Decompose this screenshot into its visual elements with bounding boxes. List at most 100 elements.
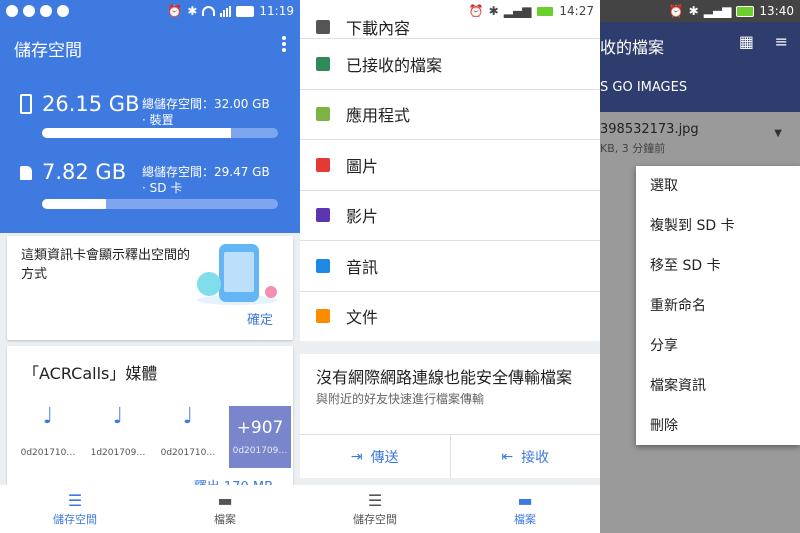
bottom-nav: ☰ 儲存空間 ▬ 檔案 bbox=[0, 485, 300, 533]
storage-screen: ⏰ ✱ 11:19 儲存空間 26.15 GB 總儲存空間：32.00 GB · 裝置… bbox=[0, 0, 300, 533]
nav-storage[interactable]: ☰ 儲存空間 bbox=[300, 485, 450, 533]
bluetooth-icon: ✱ bbox=[187, 4, 198, 18]
folder-icon: ▬ bbox=[217, 491, 233, 510]
menu-item-share[interactable]: 分享 bbox=[636, 326, 800, 366]
app-bar: 收的檔案 ▦ ≡ bbox=[600, 22, 800, 68]
send-button[interactable]: ⇥ 傳送 bbox=[300, 435, 450, 478]
music-note-icon: ♩ bbox=[182, 404, 194, 429]
bluetooth-icon: ✱ bbox=[688, 4, 699, 18]
alarm-icon: ⏰ bbox=[167, 4, 183, 18]
media-item[interactable]: ♩ 0d201710… bbox=[159, 406, 217, 468]
menu-item-move-to-sd[interactable]: 移至 SD 卡 bbox=[636, 246, 800, 286]
device-used: 26.15 GB bbox=[42, 92, 140, 116]
app-icon bbox=[57, 5, 69, 17]
menu-item-delete[interactable]: 刪除 bbox=[636, 406, 800, 446]
media-card: 「ACRCalls」媒體 ♩ 0d201710… ♩ 1d201709… ♩ 0d20… bbox=[7, 346, 293, 496]
media-items: ♩ 0d201710… ♩ 1d201709… ♩ 0d201710… +907 0d2… bbox=[19, 406, 291, 468]
status-bar: ⏰ ✱ ▂▄▆ 13:40 bbox=[600, 0, 800, 22]
sd-total: 總儲存空間：29.47 GB · SD 卡 bbox=[142, 165, 270, 195]
context-menu: 選取 複製到 SD 卡 移至 SD 卡 重新命名 分享 檔案資訊 刪除 bbox=[636, 166, 800, 445]
list-item-audio[interactable]: 音訊 bbox=[300, 240, 600, 291]
device-total: 總儲存空間：32.00 GB · 裝置 bbox=[142, 97, 270, 127]
storage-icon: ☰ bbox=[67, 491, 83, 510]
receive-button[interactable]: ⇤ 接收 bbox=[449, 435, 601, 478]
help-icon bbox=[40, 5, 52, 17]
sd-card-icon bbox=[20, 166, 32, 180]
media-item[interactable]: ♩ 0d201710… bbox=[19, 406, 77, 468]
phone-illustration-icon bbox=[197, 244, 277, 305]
list-item-apps[interactable]: 應用程式 bbox=[300, 88, 600, 140]
video-icon bbox=[316, 208, 330, 223]
receive-icon: ⇤ bbox=[501, 448, 514, 465]
grid-view-icon[interactable]: ▦ bbox=[739, 32, 754, 51]
bluetooth-icon: ✱ bbox=[488, 4, 499, 18]
file-row[interactable]: 398532173.jpg KB, 3 分鐘前 ▼ bbox=[600, 112, 800, 162]
tip-card: 這類資訊卡會顯示釋出空間的方式 確定 bbox=[7, 236, 293, 340]
storage-icon: ☰ bbox=[367, 491, 383, 510]
phone-icon bbox=[20, 94, 32, 114]
menu-item-copy-to-sd[interactable]: 複製到 SD 卡 bbox=[636, 206, 800, 246]
status-time: 11:19 bbox=[259, 4, 294, 18]
sort-icon[interactable]: ≡ bbox=[775, 32, 788, 51]
tip-text: 這類資訊卡會顯示釋出空間的方式 bbox=[21, 248, 191, 282]
transfer-card: 沒有網際網路連線也能安全傳輸檔案 與附近的好友快速進行檔案傳輸 ⇥ 傳送 ⇤ 接收 bbox=[300, 354, 600, 478]
transfer-subtitle: 與附近的好友快速進行檔案傳輸 bbox=[316, 392, 485, 406]
transfer-title: 沒有網際網路連線也能安全傳輸檔案 bbox=[316, 368, 573, 387]
file-meta: KB, 3 分鐘前 bbox=[600, 142, 666, 155]
signal-icon: ▂▄▆ bbox=[503, 4, 532, 18]
signal-icon: ▂▄▆ bbox=[703, 4, 732, 18]
storage-header: ⏰ ✱ 11:19 儲存空間 26.15 GB 總儲存空間：32.00 GB · 裝置… bbox=[0, 0, 300, 233]
media-card-title: 「ACRCalls」媒體 bbox=[23, 364, 158, 383]
status-time: 14:27 bbox=[559, 4, 594, 18]
music-note-icon: ♩ bbox=[112, 404, 124, 429]
document-icon bbox=[316, 309, 330, 324]
folder-icon: ▬ bbox=[517, 491, 533, 510]
overflow-menu-icon[interactable] bbox=[282, 36, 286, 52]
device-storage[interactable]: 26.15 GB 總儲存空間：32.00 GB · 裝置 bbox=[20, 92, 278, 142]
alarm-icon: ⏰ bbox=[668, 4, 684, 18]
sd-storage[interactable]: 7.82 GB 總儲存空間：29.47 GB · SD 卡 bbox=[20, 160, 278, 210]
file-name: 398532173.jpg bbox=[600, 122, 699, 137]
nav-files[interactable]: ▬ 檔案 bbox=[450, 485, 600, 533]
received-icon bbox=[316, 56, 330, 71]
notification-icon bbox=[6, 5, 18, 17]
music-note-icon: ♩ bbox=[42, 404, 54, 429]
battery-icon bbox=[236, 5, 255, 17]
chevron-down-icon[interactable]: ▼ bbox=[774, 128, 782, 139]
media-item[interactable]: ♩ 1d201709… bbox=[89, 406, 147, 468]
nav-storage[interactable]: ☰ 儲存空間 bbox=[0, 485, 150, 533]
status-bar: ⏰ ✱ 11:19 bbox=[0, 0, 300, 22]
nav-files[interactable]: ▬ 檔案 bbox=[150, 485, 300, 533]
alarm-icon: ⏰ bbox=[468, 4, 484, 18]
section-header: S GO IMAGES bbox=[600, 68, 800, 112]
sd-progress-fill bbox=[42, 199, 106, 209]
list-item-received[interactable]: 已接收的檔案 bbox=[300, 38, 600, 89]
list-item-documents[interactable]: 文件 bbox=[300, 290, 600, 342]
device-progress-fill bbox=[42, 128, 231, 138]
device-progress bbox=[42, 128, 278, 138]
battery-icon bbox=[536, 5, 555, 17]
menu-item-rename[interactable]: 重新命名 bbox=[636, 286, 800, 326]
more-media-tile[interactable]: +907 0d201709… bbox=[229, 406, 291, 468]
sd-progress bbox=[42, 199, 278, 209]
page-title: 儲存空間 bbox=[14, 41, 82, 61]
list-item-downloads[interactable]: 下載內容 bbox=[300, 16, 600, 38]
list-item-images[interactable]: 圖片 bbox=[300, 139, 600, 190]
page-title: 收的檔案 bbox=[600, 38, 665, 57]
download-icon bbox=[316, 20, 330, 34]
list-item-videos[interactable]: 影片 bbox=[300, 189, 600, 241]
headphones-icon bbox=[316, 258, 330, 273]
files-screen: ⏰ ✱ ▂▄▆ 14:27 下載內容 已接收的檔案 應用程式 圖片 影片 音訊 文件 … bbox=[300, 0, 600, 533]
sd-used: 7.82 GB bbox=[42, 160, 127, 184]
wifi-icon bbox=[202, 6, 216, 16]
status-time: 13:40 bbox=[759, 4, 794, 18]
menu-item-select[interactable]: 選取 bbox=[636, 166, 800, 206]
menu-item-file-info[interactable]: 檔案資訊 bbox=[636, 366, 800, 406]
signal-icon bbox=[220, 5, 232, 17]
bottom-nav: ☰ 儲存空間 ▬ 檔案 bbox=[300, 485, 600, 533]
battery-icon bbox=[736, 5, 755, 17]
received-files-screen: ⏰ ✱ ▂▄▆ 13:40 收的檔案 ▦ ≡ S GO IMAGES 39853217… bbox=[600, 0, 800, 533]
confirm-button[interactable]: 確定 bbox=[247, 309, 273, 328]
send-icon: ⇥ bbox=[350, 448, 363, 465]
image-icon bbox=[316, 157, 330, 172]
